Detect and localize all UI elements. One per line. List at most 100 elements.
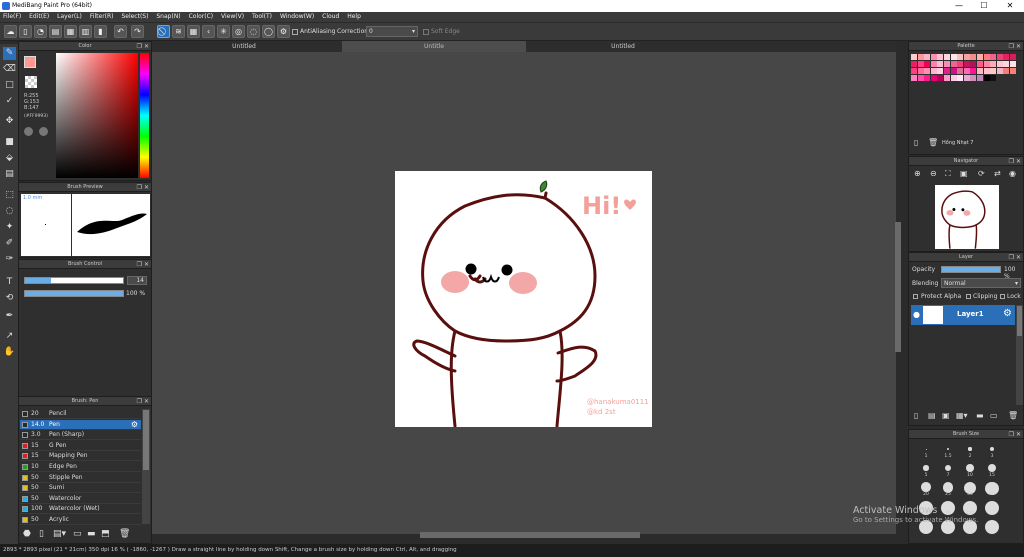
brush-size-preset[interactable]: 30 [959,480,981,499]
palette-swatch[interactable] [911,54,917,60]
color-eyedropper-icon[interactable] [39,127,48,136]
palette-swatch[interactable] [996,54,1003,60]
brush-options-icon[interactable]: ▤▾ [53,529,66,539]
snap-circle-icon[interactable]: ◎ [232,25,245,38]
new-layer-icon[interactable]: ▯ [914,411,918,420]
palette-swatch[interactable] [996,68,1003,74]
brush-size-preset[interactable] [981,518,1003,537]
saturation-value-picker[interactable] [56,53,138,178]
brush-item[interactable]: 15 G Pen [20,441,141,451]
flip-icon[interactable]: ⇄ [994,169,1001,178]
palette-swatch[interactable] [1003,68,1010,74]
palette-swatch[interactable] [924,68,931,74]
brush-size-input[interactable]: 14 [127,276,147,285]
palette-new-icon[interactable]: ▯ [914,138,918,147]
menu-layer[interactable]: Layer(L) [57,13,82,20]
fill-rect-tool-icon[interactable]: ■ [3,136,16,149]
brush-size-preset[interactable]: 10 [959,461,981,480]
palette-swatch[interactable] [930,61,937,67]
palette-swatch[interactable] [950,54,957,60]
palette-swatch[interactable] [917,68,924,74]
panel-controls-icon[interactable]: ❐ ✕ [1009,253,1021,262]
snap-vanishing-icon[interactable]: ‹ [202,25,215,38]
brush-folder-icon[interactable]: ▭ [73,529,82,539]
panel-controls-icon[interactable]: ❐ ✕ [137,42,149,51]
brush-item[interactable]: 50 Sumi [20,483,141,494]
layer-folder-icon[interactable]: ▬ [976,411,984,420]
lasso-tool-icon[interactable]: ◌ [3,205,16,218]
canvas[interactable]: Hi! @hanakuma0111 @kd 2st [395,171,652,428]
palette-swatch[interactable] [957,68,964,74]
brush-size-slider[interactable] [24,277,124,284]
foreground-color-swatch[interactable] [24,56,36,68]
frame-icon[interactable]: ▦ [64,25,77,38]
magic-wand-tool-icon[interactable]: ✦ [3,221,16,234]
brush-folder-add-icon[interactable]: ▬ [87,529,96,539]
panel-controls-icon[interactable]: ❐ ✕ [137,397,149,406]
panel-divide-tool-icon[interactable]: ⟲ [3,292,16,305]
move-tool-icon[interactable]: ✥ [3,115,16,128]
palette-swatch[interactable] [970,75,977,81]
palette-swatch[interactable] [911,75,917,81]
palette-swatch[interactable] [957,54,964,60]
palette-swatch[interactable] [983,75,990,81]
palette-swatch[interactable] [944,61,950,67]
brush-item[interactable]: 14.0 Pen ⚙ [20,419,141,430]
palette-swatch[interactable] [1010,68,1016,74]
palette-swatch[interactable] [930,54,937,60]
palette-swatch[interactable] [983,68,990,74]
snap-cross-icon[interactable]: ▦ [187,25,200,38]
palette-swatch[interactable] [950,61,957,67]
undo-icon[interactable]: ↶ [114,25,127,38]
palette-swatch[interactable] [930,68,937,74]
rotate-icon[interactable]: ⟳ [978,169,985,178]
palette-swatch[interactable] [937,54,944,60]
palette-swatch[interactable] [963,75,970,81]
menu-edit[interactable]: Edit(E) [29,13,49,20]
panel-controls-icon[interactable]: ❐ ✕ [137,183,149,192]
eraser-tool-icon[interactable]: ⌫ [3,63,16,76]
brush-item[interactable]: 3.0 Pen (Sharp) [20,430,141,441]
palette-swatch[interactable] [963,54,970,60]
palette-swatch[interactable] [970,54,977,60]
transparent-color-swatch[interactable] [25,76,37,88]
reset-icon[interactable]: ◉ [1009,169,1016,178]
snap-radial-icon[interactable]: ✳ [217,25,230,38]
palette-swatch[interactable] [957,75,964,81]
snap-parallel-icon[interactable]: ≋ [172,25,185,38]
brush-size-preset[interactable]: 1 [915,442,937,461]
horizontal-scrollbar[interactable] [152,532,896,540]
brush-item[interactable]: 20 Pencil [20,409,141,419]
visibility-eye-icon[interactable]: ● [913,310,920,319]
palette-swatch[interactable] [977,54,983,60]
palette-swatch[interactable] [990,54,997,60]
clipping-checkbox[interactable] [966,294,971,299]
brush-item[interactable]: 50 Stipple Pen [20,473,141,483]
brush-item[interactable]: 50 Watercolor [20,494,141,504]
palette-swatch[interactable] [924,75,931,81]
close-window-button[interactable]: ✕ [999,0,1021,12]
brush-item[interactable]: 50 Acrylic [20,515,141,525]
palette-swatch[interactable] [917,75,924,81]
brush-size-preset[interactable]: 15 [981,461,1003,480]
color-wheel-icon[interactable] [24,127,33,136]
cloud-icon[interactable]: ☁ [4,25,17,38]
brush-item[interactable]: 10 Edge Pen [20,462,141,472]
palette-swatch[interactable] [963,68,970,74]
actual-size-icon[interactable]: ▣ [960,169,968,178]
brush-size-preset[interactable]: 3 [981,442,1003,461]
menu-filter[interactable]: Filter(R) [90,13,114,20]
navigator-preview[interactable] [935,185,999,249]
panel-controls-icon[interactable]: ❐ ✕ [1009,430,1021,439]
check-tool-icon[interactable]: ✓ [3,95,16,108]
brush-size-preset[interactable]: 25 [937,480,959,499]
protect-alpha-checkbox[interactable] [913,294,918,299]
palette-swatch[interactable] [1003,61,1010,67]
menu-view[interactable]: View(V) [221,13,244,20]
blending-select[interactable]: Normal ▾ [941,278,1021,288]
palette-swatch[interactable] [977,75,983,81]
palette-swatch[interactable] [990,75,997,81]
new-file-icon[interactable]: ▯ [19,25,32,38]
palette-swatch[interactable] [944,68,950,74]
antialiasing-checkbox[interactable] [292,29,298,35]
